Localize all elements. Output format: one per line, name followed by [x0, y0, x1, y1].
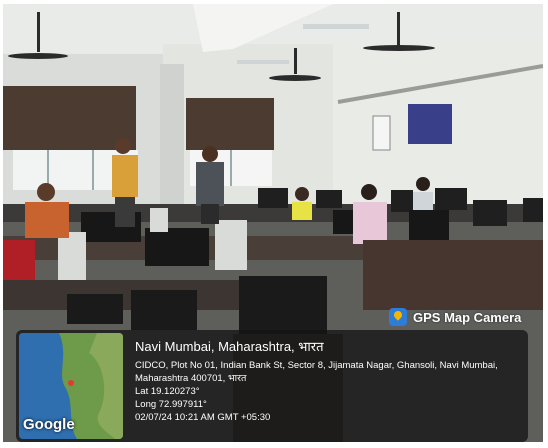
- full-address: CIDCO, Plot No 01, Indian Bank St, Secto…: [135, 360, 498, 384]
- location-info-panel: Google Navi Mumbai, Maharashtra, भारत CI…: [16, 330, 528, 442]
- pillar: [160, 64, 184, 214]
- badge-label: GPS Map Camera: [413, 309, 522, 325]
- window-blind-middle: [186, 98, 274, 150]
- screenshot-frame: GPS Map Camera Google Navi Mumbai, Mahar…: [0, 0, 548, 448]
- longitude: Long 72.997911°: [135, 399, 207, 410]
- window-blind-left: [3, 86, 136, 150]
- google-logo: Google: [23, 416, 75, 433]
- timestamp: 02/07/24 10:21 AM GMT +05:30: [135, 412, 271, 423]
- wall-notice: [372, 115, 391, 151]
- person-seated-red: [3, 240, 35, 280]
- tube-light: [303, 24, 369, 29]
- map-thumbnail: Google: [19, 333, 123, 439]
- wall-poster: [408, 104, 452, 144]
- gps-camera-badge: GPS Map Camera: [389, 304, 521, 330]
- place-name: Navi Mumbai, Maharashtra, भारत: [135, 339, 324, 354]
- tube-light: [237, 60, 289, 64]
- map-pin-icon: [389, 308, 407, 326]
- location-details: Navi Mumbai, Maharashtra, भारत CIDCO, Pl…: [135, 338, 523, 424]
- right-desk-block: [363, 240, 543, 310]
- classroom-photo: GPS Map Camera Google Navi Mumbai, Mahar…: [3, 4, 543, 442]
- latitude: Lat 19.120273°: [135, 386, 200, 397]
